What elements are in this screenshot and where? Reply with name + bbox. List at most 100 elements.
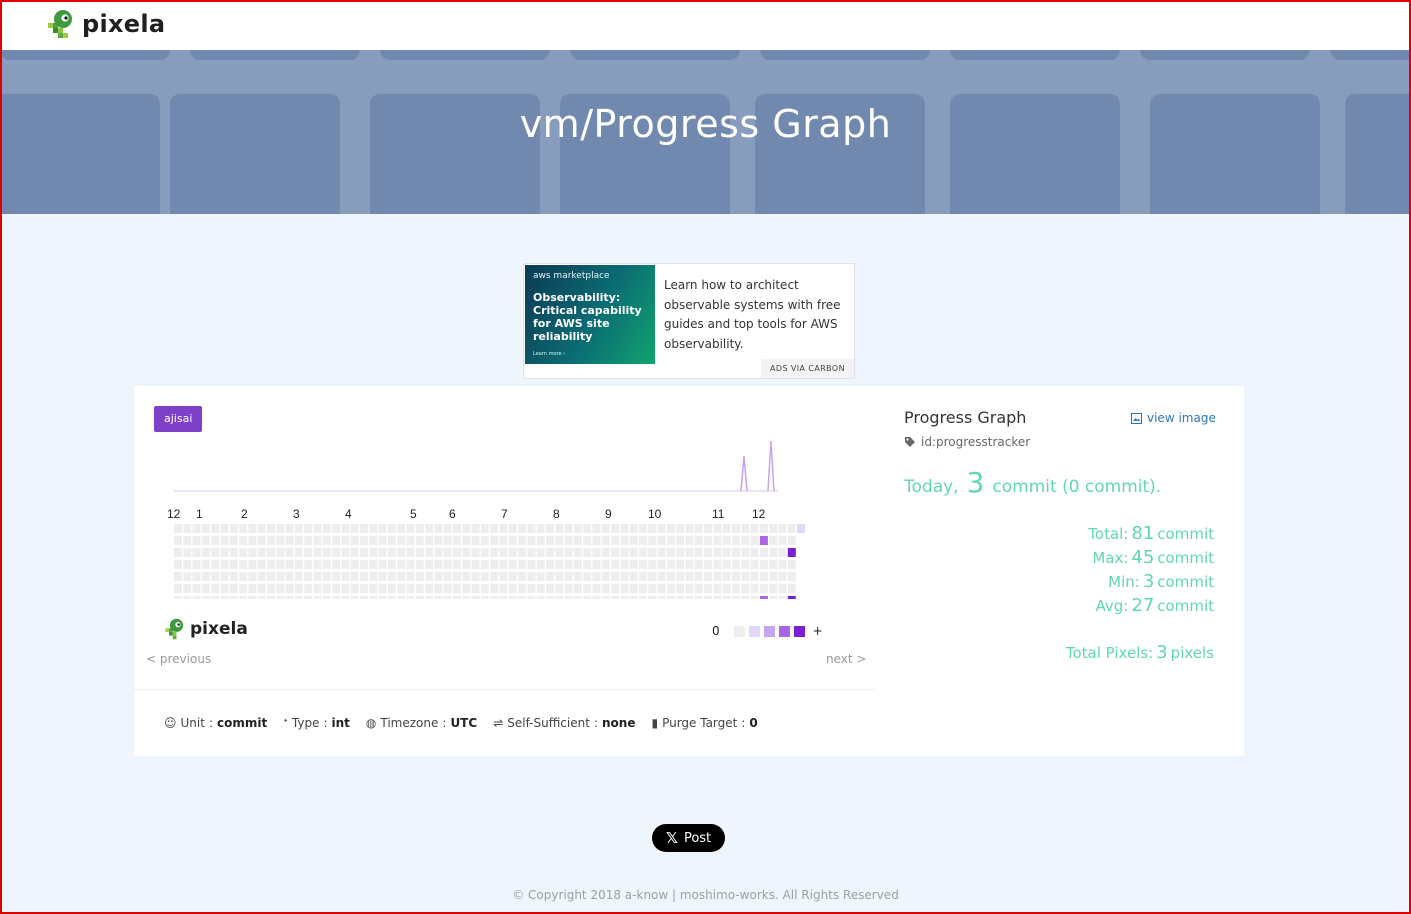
pixel-cell[interactable] <box>527 536 536 545</box>
pixel-cell[interactable] <box>629 548 638 557</box>
pixel-cell[interactable] <box>434 596 443 599</box>
pixel-cell[interactable] <box>648 596 657 599</box>
pixel-cell[interactable] <box>239 560 248 569</box>
pixel-cell[interactable] <box>239 548 248 557</box>
pixel-cell[interactable] <box>629 596 638 599</box>
pixel-cell[interactable] <box>276 572 285 581</box>
pixel-cell[interactable] <box>713 524 722 533</box>
pixel-cell[interactable] <box>462 548 471 557</box>
pixel-cell[interactable] <box>564 548 573 557</box>
pixel-cell[interactable] <box>220 548 229 557</box>
pixel-cell[interactable] <box>769 584 778 593</box>
pixel-cell[interactable] <box>601 596 610 599</box>
pixel-cell[interactable] <box>648 524 657 533</box>
pixel-cell[interactable] <box>415 560 424 569</box>
pixel-cell[interactable] <box>332 524 341 533</box>
pixel-cell[interactable] <box>722 596 731 599</box>
pixel-cell[interactable] <box>620 572 629 581</box>
pixel-cell[interactable] <box>518 572 527 581</box>
pixel-cell[interactable] <box>601 560 610 569</box>
pixel-cell[interactable] <box>276 596 285 599</box>
pixel-cell[interactable] <box>462 584 471 593</box>
pixel-cell[interactable] <box>322 596 331 599</box>
pixel-cell[interactable] <box>666 524 675 533</box>
pixel-cell[interactable] <box>518 548 527 557</box>
pixel-cell[interactable] <box>732 524 740 533</box>
pixel-cell[interactable] <box>704 572 713 581</box>
pixel-cell[interactable] <box>499 524 508 533</box>
pixel-cell[interactable] <box>397 596 406 599</box>
pixel-cell[interactable] <box>415 536 424 545</box>
pixel-cell[interactable] <box>573 536 582 545</box>
pixel-cell[interactable] <box>508 596 517 599</box>
pixel-cell[interactable] <box>536 572 545 581</box>
pixel-cell[interactable] <box>555 560 564 569</box>
pixel-cell[interactable] <box>360 548 368 557</box>
pixel-cell[interactable] <box>639 524 647 533</box>
pixel-cell[interactable] <box>397 524 406 533</box>
pixel-cell[interactable] <box>518 560 527 569</box>
pixel-cell[interactable] <box>787 596 796 599</box>
pixel-cell[interactable] <box>425 536 434 545</box>
pixel-cell[interactable] <box>573 524 582 533</box>
pixel-cell[interactable] <box>722 584 731 593</box>
pixel-cell[interactable] <box>332 548 341 557</box>
pixel-cell[interactable] <box>304 596 313 599</box>
pixel-cell[interactable] <box>350 548 359 557</box>
pixel-cell[interactable] <box>536 536 545 545</box>
pixel-cell[interactable] <box>583 596 592 599</box>
pixel-cell[interactable] <box>322 584 331 593</box>
pixel-cell[interactable] <box>741 584 750 593</box>
pixel-cell[interactable] <box>713 560 722 569</box>
pixel-cell[interactable] <box>564 560 573 569</box>
pixel-cell[interactable] <box>694 596 703 599</box>
pixel-cell[interactable] <box>257 536 266 545</box>
pixel-cell[interactable] <box>387 572 396 581</box>
pixel-cell[interactable] <box>471 536 480 545</box>
pixel-cell[interactable] <box>750 560 759 569</box>
pixel-cell[interactable] <box>239 584 248 593</box>
pixel-cell[interactable] <box>248 548 257 557</box>
pixel-cell[interactable] <box>583 584 592 593</box>
pixel-cell[interactable] <box>453 584 461 593</box>
pixel-cell[interactable] <box>750 524 759 533</box>
pixel-cell[interactable] <box>341 596 350 599</box>
pixel-cell[interactable] <box>425 584 434 593</box>
pixel-cell[interactable] <box>620 548 629 557</box>
pixel-cell[interactable] <box>360 596 368 599</box>
pixel-cell[interactable] <box>518 584 527 593</box>
pixel-cell[interactable] <box>174 596 182 599</box>
pixel-cell[interactable] <box>378 596 387 599</box>
pixel-cell[interactable] <box>546 572 554 581</box>
pixel-cell[interactable] <box>201 584 210 593</box>
pixel-cell[interactable] <box>639 536 647 545</box>
pixel-cell[interactable] <box>527 596 536 599</box>
pixel-cell[interactable] <box>201 560 210 569</box>
pixel-cell[interactable] <box>490 572 499 581</box>
pixel-cell[interactable] <box>285 524 294 533</box>
pixel-cell[interactable] <box>192 548 201 557</box>
pixel-cell[interactable] <box>341 584 350 593</box>
pixel-cell[interactable] <box>657 572 666 581</box>
pixel-cell[interactable] <box>611 596 620 599</box>
pixel-cell[interactable] <box>397 536 406 545</box>
pixel-cell[interactable] <box>732 560 740 569</box>
pixel-cell[interactable] <box>248 560 257 569</box>
pixel-cell[interactable] <box>732 584 740 593</box>
pixel-cell[interactable] <box>676 572 685 581</box>
pixel-cell[interactable] <box>183 584 192 593</box>
pixel-cell[interactable] <box>462 536 471 545</box>
pixel-cell[interactable] <box>434 536 443 545</box>
pixel-cell[interactable] <box>769 524 778 533</box>
pixel-cell[interactable] <box>629 560 638 569</box>
pixel-cell[interactable] <box>741 560 750 569</box>
pixel-cell[interactable] <box>471 584 480 593</box>
pixel-cell[interactable] <box>611 584 620 593</box>
pixel-cell[interactable] <box>434 560 443 569</box>
pixel-cell[interactable] <box>239 524 248 533</box>
pixel-cell[interactable] <box>555 524 564 533</box>
pixel-cell[interactable] <box>769 536 778 545</box>
pixel-cell[interactable] <box>583 524 592 533</box>
pixel-cell[interactable] <box>592 584 601 593</box>
pixel-cell[interactable] <box>499 572 508 581</box>
